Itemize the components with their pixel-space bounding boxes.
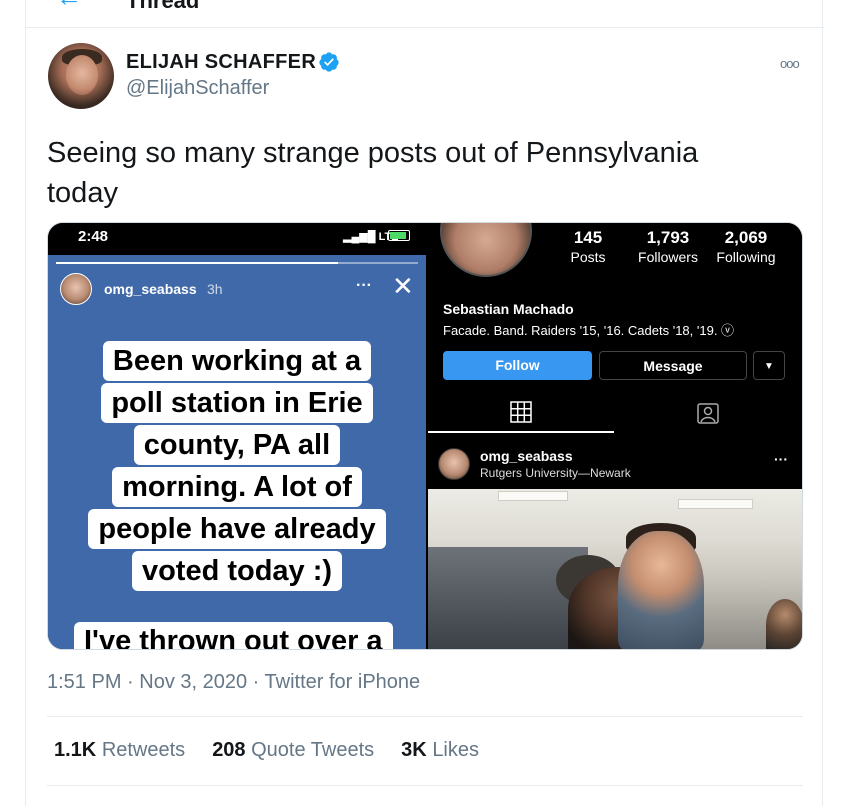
ceiling-light	[498, 491, 568, 501]
message-button: Message	[599, 351, 747, 380]
followers-stat: 1,793 Followers	[633, 228, 703, 265]
likes-stat[interactable]: 3K Likes	[401, 739, 479, 762]
close-icon: ✕	[392, 271, 414, 301]
post-location: Rutgers University—Newark	[480, 466, 631, 480]
tweet-thread-column: ← Thread ELIJAH SCHAFFER @ElijahSchaffer…	[25, 0, 824, 806]
profile-name: Sebastian Machado	[443, 301, 574, 317]
retweets-label: Retweets	[101, 739, 186, 761]
divider	[47, 785, 803, 786]
story-text-line: poll station in Erie	[101, 383, 373, 423]
quote-tweets-label: Quote Tweets	[251, 739, 375, 761]
story-text-line-cut: I've thrown out over a	[74, 622, 393, 649]
likes-count: 3K	[401, 739, 427, 761]
story-progress-bar	[56, 262, 418, 264]
story-text-line: Been working at a	[102, 341, 372, 381]
quote-tweets-stat[interactable]: 208 Quote Tweets	[212, 739, 374, 762]
person-center	[618, 531, 704, 649]
tweet-stats: 1.1K Retweets 208 Quote Tweets 3K Likes	[54, 739, 479, 762]
following-count: 2,069	[724, 228, 768, 247]
followers-label: Followers	[638, 249, 698, 265]
posts-count: 145	[573, 228, 603, 247]
battery-icon	[388, 230, 410, 241]
thread-header: ← Thread	[26, 0, 824, 28]
status-time: 2:48	[78, 228, 109, 245]
story-text-line: county, PA all	[133, 425, 341, 465]
following-stat: 2,069 Following	[713, 228, 779, 265]
followers-count: 1,793	[646, 228, 690, 247]
likes-label: Likes	[432, 739, 480, 761]
profile-bio: Facade. Band. Raiders '15, '16. Cadets '…	[443, 323, 735, 338]
back-arrow-icon[interactable]: ←	[56, 0, 82, 13]
grid-icon	[510, 401, 532, 423]
thread-title: Thread	[126, 0, 200, 13]
story-text-line: people have already	[88, 509, 386, 549]
tweet-text-line: Seeing so many strange posts out of Penn…	[47, 137, 699, 169]
tagged-icon	[697, 403, 719, 424]
verified-badge-icon	[319, 52, 339, 72]
follow-button: Follow	[443, 351, 592, 380]
tweet-timestamp[interactable]: 1:51 PM · Nov 3, 2020 · Twitter for iPho…	[47, 671, 420, 694]
story-username: omg_seabass	[104, 281, 197, 297]
following-label: Following	[716, 249, 776, 265]
story-age: 3h	[207, 281, 223, 297]
media-post-screenshot[interactable]: omg_seabass Rutgers University—Newark ··…	[428, 439, 802, 649]
post-avatar	[438, 448, 470, 480]
phone-status-bar: 2:48 ▂▄▆█ LTE	[48, 223, 426, 255]
profile-picture	[440, 223, 532, 277]
quote-tweets-count: 208	[212, 739, 246, 761]
media-profile-screenshot[interactable]: 145 Posts 1,793 Followers 2,069 Followin…	[428, 223, 802, 437]
story-avatar	[60, 273, 92, 305]
post-username: omg_seabass	[480, 448, 573, 464]
chevron-down-icon: ▼	[753, 351, 785, 380]
tweet-media-grid[interactable]: 2:48 ▂▄▆█ LTE omg_seabass 3h ··· ✕ Been …	[47, 222, 803, 650]
post-photo	[428, 489, 802, 649]
active-tab-indicator	[428, 431, 614, 433]
story-progress-fill	[56, 262, 339, 264]
retweets-count: 1.1K	[54, 739, 97, 761]
more-options-icon[interactable]: ooo	[780, 56, 800, 71]
retweets-stat[interactable]: 1.1K Retweets	[54, 739, 185, 762]
post-header: omg_seabass Rutgers University—Newark ··…	[428, 439, 802, 489]
media-story-screenshot[interactable]: 2:48 ▂▄▆█ LTE omg_seabass 3h ··· ✕ Been …	[48, 223, 426, 649]
posts-stat: 145 Posts	[568, 228, 608, 265]
ceiling-light	[678, 499, 753, 509]
story-text-block: Been working at a poll station in Erie c…	[48, 341, 426, 593]
posts-label: Posts	[570, 249, 606, 265]
tweet-text: Seeing so many strange posts out of Penn…	[47, 133, 787, 213]
post-more-icon: ···	[774, 451, 788, 467]
author-display-name[interactable]: ELIJAH SCHAFFER	[126, 51, 316, 74]
author-handle[interactable]: @ElijahSchaffer	[126, 77, 269, 100]
avatar-face	[66, 55, 98, 95]
story-text-line: voted today :)	[131, 551, 343, 591]
story-more-icon: ···	[356, 277, 372, 294]
divider	[47, 716, 803, 717]
story-text-line: morning. A lot of	[112, 467, 362, 507]
author-avatar[interactable]	[48, 43, 114, 109]
tweet-text-line: today	[47, 177, 118, 209]
person-right	[766, 599, 802, 649]
